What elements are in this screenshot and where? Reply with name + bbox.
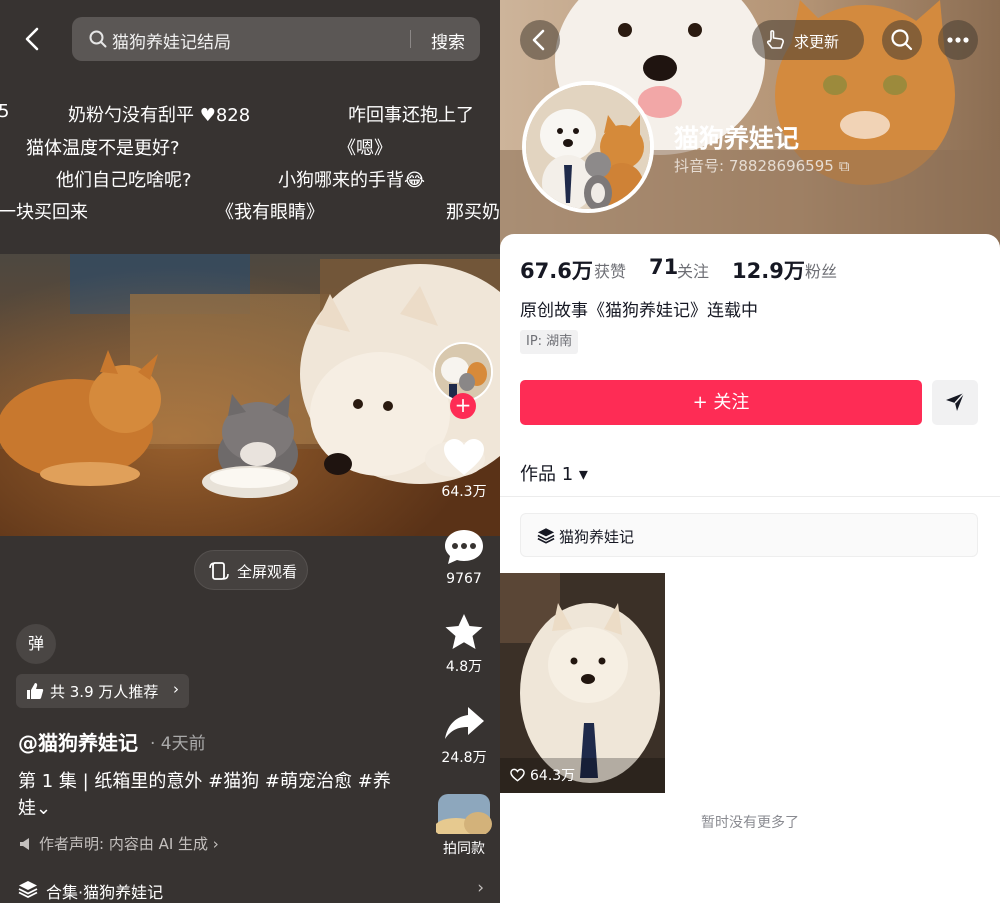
megaphone-icon [20,838,29,850]
danmaku-comment: 小狗哪来的手背😂 [278,170,426,191]
share-arrow-icon [445,707,484,739]
back-button[interactable] [520,20,560,60]
divider [500,496,1000,497]
danmaku-toggle-button[interactable]: 弹 [16,624,56,664]
comment-button[interactable]: 9767 [437,527,491,587]
ip-location-tag: IP: 湖南 [520,330,579,354]
recommend-pill[interactable]: 共 3.9 万人推荐 › [16,674,189,708]
thumbs-up-icon [27,683,44,699]
back-arrow-icon [532,29,545,51]
thumbnail-image [500,573,665,793]
collection-label: 合集·猫狗养娃记 [46,883,164,902]
search-button[interactable] [882,20,922,60]
layers-icon [18,881,38,898]
like-button[interactable]: 64.3万 [437,437,491,501]
back-arrow-icon[interactable] [18,24,48,54]
no-more-content: 暂时没有更多了 [701,815,799,831]
favorite-count: 4.8万 [445,659,483,675]
danmaku-comment: 一块买回来 [0,202,88,223]
followers-count[interactable]: 12.9万 [732,255,805,285]
top-bar: 猫狗养娃记结局 搜索 [0,0,500,80]
search-divider [410,30,411,48]
search-icon [89,30,107,48]
ai-disclaimer[interactable]: 作者声明: 内容由 AI 生成 › [18,833,219,854]
works-tab[interactable]: 作品 1 ▾ [520,460,588,486]
comment-icon [445,530,483,564]
danmaku-comment: 猫体温度不是更好? [26,138,180,159]
follow-button[interactable]: + 关注 [520,380,922,425]
same-style-label: 拍同款 [443,841,485,857]
like-count: 64.3万 [441,484,487,500]
heart-icon [444,439,484,475]
danmaku-comment: 咋回事还抱上了 [348,105,474,126]
more-options-button[interactable] [938,20,978,60]
video-description[interactable]: 第 1 集 | 纸箱里的意外 #猫狗 #萌宠治愈 #养娃⌄ [18,768,398,822]
share-count: 24.8万 [441,750,487,766]
share-button[interactable]: 24.8万 [437,703,491,767]
profile-bio: 原创故事《猫狗养娃记》连载中 [520,301,758,321]
send-arrow-icon [946,392,965,411]
video-thumbnail[interactable]: 64.3万 [500,573,665,793]
danmaku-comment: 《我有眼睛》 [216,202,324,223]
recommend-label: 共 3.9 万人推荐 [50,683,159,701]
profile-avatar[interactable] [522,81,654,213]
danmaku-comment: 他们自己吃啥呢? [56,170,192,191]
profile-name: 猫狗养娃记 [674,124,800,153]
following-count[interactable]: 71 [649,255,678,279]
search-button[interactable]: 搜索 [431,28,465,53]
layers-icon [537,528,555,544]
profile-screen: 求更新 猫狗养娃记 抖音号: 78828696595 ⧉ 67.6万 获赞 71… [500,0,1000,903]
fullscreen-label: 全屏观看 [237,563,298,581]
star-icon [445,614,483,649]
disclaimer-text: 作者声明: 内容由 AI 生成 › [39,835,219,853]
danmaku-comment: 5 [0,101,10,122]
fullscreen-button[interactable]: 全屏观看 [194,550,308,590]
copy-icon[interactable]: ⧉ [839,157,850,175]
send-message-button[interactable] [932,380,978,425]
video-player-screen: 猫狗养娃记结局 搜索 5 奶粉勺没有刮平 ♥828 咋回事还抱上了 猫体温度不是… [0,0,500,903]
video-scene-image [0,254,500,536]
followers-label[interactable]: 粉丝 [805,258,837,282]
danmaku-comment: 奶粉勺没有刮平 ♥828 [68,105,251,126]
post-time: · 4天前 [150,734,206,754]
rotate-screen-icon [209,562,229,580]
likes-count: 67.6万 [520,259,593,283]
follow-plus-button[interactable]: + [450,393,476,419]
heart-outline-icon [510,768,525,782]
thumbnail-likes-count: 64.3万 [530,768,576,784]
following-label[interactable]: 关注 [677,258,709,282]
hand-point-icon [766,30,784,49]
comment-count: 9767 [446,571,482,587]
more-dots-icon [947,37,969,43]
same-style-button[interactable]: 拍同款 [434,794,494,858]
search-icon [891,29,913,51]
collection-entry-label: 猫狗养娃记 [559,528,635,546]
collection-bar[interactable]: 合集·猫狗养娃记 › [0,875,500,903]
search-query[interactable]: 猫狗养娃记结局 [112,28,231,53]
author-name[interactable]: @猫狗养娃记 [18,727,138,756]
danmaku-comment: 《嗯》 [338,138,392,159]
request-update-button[interactable]: 求更新 [752,20,864,60]
video-frame[interactable] [0,254,500,536]
request-update-label: 求更新 [794,33,840,51]
douyin-id-text: 抖音号: 78828696595 [674,157,834,175]
avatar-image [526,85,650,209]
chevron-right-icon: › [477,878,484,898]
collection-entry[interactable]: 猫狗养娃记 [520,513,978,557]
thumbnail-likes: 64.3万 [510,765,575,785]
search-bar[interactable]: 猫狗养娃记结局 搜索 [72,17,480,61]
favorite-button[interactable]: 4.8万 [437,612,491,676]
chevron-right-icon: › [173,680,179,698]
douyin-id[interactable]: 抖音号: 78828696595 ⧉ [674,155,850,176]
likes-label: 获赞 [594,262,627,281]
danmaku-comment: 那买奶 [446,202,500,223]
music-disc-icon [434,794,492,838]
